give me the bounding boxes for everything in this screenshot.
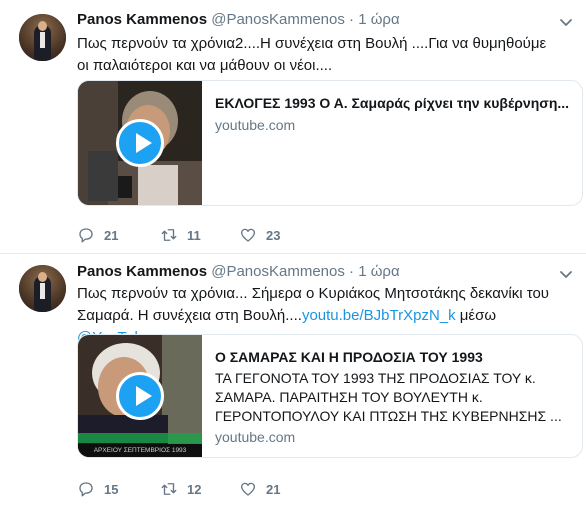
reply-count: 15 — [104, 481, 119, 497]
via-text: μέσω — [455, 307, 497, 324]
retweet-button[interactable]: 11 — [160, 225, 201, 245]
avatar[interactable] — [19, 265, 66, 312]
separator: · — [344, 263, 359, 280]
like-count: 23 — [266, 227, 281, 243]
author-name[interactable]: Panos Kammenos — [77, 263, 207, 280]
chevron-down-icon[interactable] — [558, 14, 574, 30]
reply-button[interactable]: 15 — [77, 479, 118, 499]
author-handle[interactable]: @PanosKammenos — [211, 11, 345, 28]
link-card[interactable]: ΑΡΧΕΙΟΥ ΣΕΠΤΕΜΒΡΙΟΣ 1993 Ο ΣΑΜΑΡΑΣ ΚΑΙ Η… — [77, 334, 583, 458]
play-icon[interactable] — [116, 372, 164, 420]
thumbnail-caption: ΑΡΧΕΙΟΥ ΣΕΠΤΕΜΒΡΙΟΣ 1993 — [78, 444, 202, 457]
tweet-header: Panos Kammenos @PanosKammenos · 1 ώρα — [77, 263, 400, 280]
like-button[interactable]: 23 — [239, 225, 280, 245]
retweet-button[interactable]: 12 — [160, 479, 201, 499]
retweet-icon — [161, 483, 177, 495]
tweet[interactable]: Panos Kammenos @PanosKammenos · 1 ώρα Πω… — [0, 254, 586, 507]
like-button[interactable]: 21 — [239, 479, 280, 499]
author-handle[interactable]: @PanosKammenos — [211, 263, 345, 280]
retweet-icon — [161, 229, 177, 241]
retweet-count: 11 — [187, 227, 201, 243]
reply-icon — [79, 482, 93, 497]
card-domain: youtube.com — [215, 429, 296, 445]
reply-count: 21 — [104, 227, 119, 243]
card-title: ΕΚΛΟΓΕΣ 1993 Ο Α. Σαμαράς ρίχνει την κυβ… — [215, 95, 570, 111]
retweet-count: 12 — [187, 481, 202, 497]
tweet-header: Panos Kammenos @PanosKammenos · 1 ώρα — [77, 11, 400, 28]
like-icon — [240, 228, 256, 242]
tweet-link[interactable]: youtu.be/BJbTrXpzN_k — [302, 307, 456, 324]
chevron-down-icon[interactable] — [558, 266, 574, 282]
timestamp[interactable]: 1 ώρα — [358, 11, 399, 28]
tweet-text: Πως περνούν τα χρόνια2....Η συνέχεια στη… — [77, 35, 547, 74]
video-thumbnail[interactable]: ΑΡΧΕΙΟΥ ΣΕΠΤΕΜΒΡΙΟΣ 1993 — [78, 335, 202, 457]
reply-icon — [79, 228, 93, 243]
play-icon[interactable] — [116, 119, 164, 167]
card-description: ΤΑ ΓΕΓΟΝΟΤΑ ΤΟΥ 1993 ΤΗΣ ΠΡΟΔΟΣΙΑΣ ΤΟΥ κ… — [215, 370, 562, 424]
card-domain: youtube.com — [215, 117, 296, 133]
tweet[interactable]: Panos Kammenos @PanosKammenos · 1 ώρα Πω… — [0, 0, 586, 254]
timestamp[interactable]: 1 ώρα — [358, 263, 399, 280]
reply-button[interactable]: 21 — [77, 225, 118, 245]
like-count: 21 — [266, 481, 281, 497]
author-name[interactable]: Panos Kammenos — [77, 11, 207, 28]
card-title: Ο ΣΑΜΑΡΑΣ ΚΑΙ Η ΠΡΟΔΟΣΙΑ ΤΟΥ 1993 — [215, 349, 483, 365]
separator: · — [344, 11, 359, 28]
link-card[interactable]: ΕΚΛΟΓΕΣ 1993 Ο Α. Σαμαράς ρίχνει την κυβ… — [77, 80, 583, 206]
avatar[interactable] — [19, 14, 66, 61]
like-icon — [240, 482, 256, 496]
video-thumbnail[interactable] — [78, 81, 202, 205]
